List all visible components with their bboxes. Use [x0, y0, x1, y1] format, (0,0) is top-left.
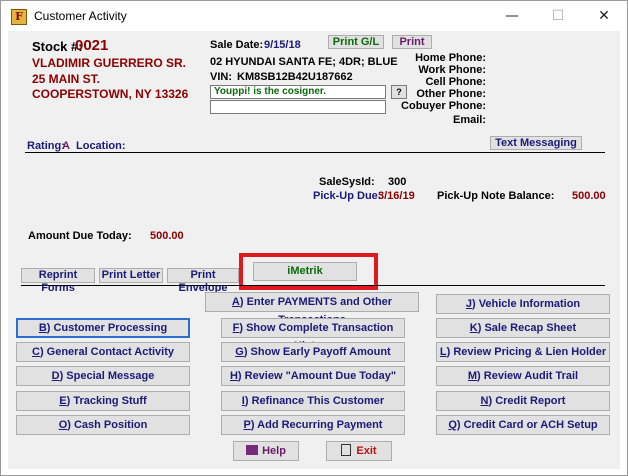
tabs-divider [21, 285, 605, 286]
email-label: Email: [452, 114, 486, 126]
minimize-icon[interactable]: — [489, 1, 535, 31]
work-phone-label: Work Phone: [418, 64, 486, 76]
transaction-history-button[interactable]: F) Show Complete Transaction History [221, 318, 405, 352]
pickup-due-value: 3/16/19 [378, 190, 415, 202]
vehicle-information-button[interactable]: J) Vehicle Information [436, 294, 610, 314]
maximize-icon[interactable]: ☐ [535, 1, 581, 31]
customer-processing-button[interactable]: B) Customer Processing [16, 318, 190, 338]
window-content: Stock #: 0021 VLADIMIR GUERRERO SR. 25 M… [8, 31, 620, 469]
refinance-customer-button[interactable]: I) Refinance This Customer [221, 391, 405, 411]
print-gl-button[interactable]: Print G/L [328, 35, 384, 49]
window-title: Customer Activity [34, 9, 127, 23]
exit-label: Exit [356, 445, 377, 457]
customer-street: 25 MAIN ST. [32, 72, 101, 86]
cosigner-message-field[interactable]: Youppi! is the cosigner. [210, 85, 386, 99]
review-audit-trail-button[interactable]: M) Review Audit Trail [436, 366, 610, 386]
sale-recap-sheet-button[interactable]: K) Sale Recap Sheet [436, 318, 610, 338]
hotkey-h: H [229, 370, 238, 382]
special-message-label: ) Special Message [59, 370, 155, 382]
hotkey-a: A [231, 296, 240, 308]
hotkey-k: K [469, 322, 478, 334]
close-icon[interactable]: ✕ [581, 1, 627, 31]
app-logo-icon: F [11, 9, 27, 25]
title-bar: F Customer Activity — ☐ ✕ [1, 1, 627, 31]
vehicle-information-label: ) Vehicle Information [471, 298, 581, 310]
pickup-balance-value: 500.00 [572, 190, 606, 202]
refinance-customer-label: ) Refinance This Customer [244, 395, 385, 407]
review-pricing-button[interactable]: L) Review Pricing & Lien Holder [436, 342, 610, 362]
hotkey-b: B [38, 322, 47, 334]
text-messaging-button[interactable]: Text Messaging [490, 136, 582, 150]
sale-recap-sheet-label: ) Sale Recap Sheet [477, 322, 577, 334]
vin-value: KM8SB12B42U187662 [237, 71, 353, 83]
review-amount-due-label: ) Review "Amount Due Today" [237, 370, 397, 382]
book-icon [246, 445, 259, 455]
amount-due-value: 500.00 [150, 230, 184, 242]
door-exit-icon [341, 444, 352, 456]
enter-payments-button[interactable]: A) Enter PAYMENTS and Other Transactions [205, 292, 419, 326]
salesysid-label: SaleSysId: [319, 176, 375, 188]
tracking-stuff-label: ) Tracking Stuff [66, 395, 147, 407]
customer-processing-label: ) Customer Processing [46, 322, 168, 334]
stock-number: 0021 [75, 37, 109, 54]
other-phone-label: Other Phone: [416, 88, 486, 100]
salesysid-value: 300 [388, 176, 407, 188]
add-recurring-payment-label: ) Add Recurring Payment [250, 419, 383, 431]
vehicle-description: 02 HYUNDAI SANTA FE; 4DR; BLUE [210, 56, 398, 68]
cobuyer-phone-label: Cobuyer Phone: [401, 100, 486, 112]
rating-value: A [62, 140, 70, 152]
amount-due-label: Amount Due Today: [28, 230, 132, 242]
section-divider [25, 152, 605, 153]
credit-card-ach-button[interactable]: Q) Credit Card or ACH Setup [436, 415, 610, 435]
sale-date-value: 9/15/18 [264, 39, 301, 51]
vin-label: VIN: [210, 71, 232, 83]
add-recurring-payment-button[interactable]: P) Add Recurring Payment [221, 415, 405, 435]
rating-label: Rating: [27, 140, 65, 152]
hotkey-e: E [59, 395, 67, 407]
hotkey-g: G [235, 346, 244, 358]
hotkey-l: L [439, 346, 447, 358]
review-amount-due-button[interactable]: H) Review "Amount Due Today" [221, 366, 405, 386]
general-contact-activity-label: ) General Contact Activity [39, 346, 175, 358]
credit-report-label: ) Credit Report [488, 395, 566, 407]
home-phone-label: Home Phone: [415, 52, 486, 64]
sale-date-label: Sale Date: [210, 39, 264, 51]
hotkey-d: D [51, 370, 60, 382]
general-contact-activity-button[interactable]: C) General Contact Activity [16, 342, 190, 362]
cash-position-label: ) Cash Position [67, 419, 148, 431]
reprint-forms-tab[interactable]: Reprint Forms [21, 268, 95, 294]
help-label: Help [262, 445, 286, 457]
hotkey-c: C [31, 346, 40, 358]
print-envelope-tab[interactable]: Print Envelope [167, 268, 239, 294]
early-payoff-button[interactable]: G) Show Early Payoff Amount [221, 342, 405, 362]
hotkey-p: P [243, 419, 251, 431]
hotkey-o: O [58, 419, 68, 431]
location-label: Location: [76, 140, 126, 152]
secondary-message-field[interactable] [210, 100, 386, 114]
credit-card-ach-label: ) Credit Card or ACH Setup [456, 419, 598, 431]
hotkey-m: M [467, 370, 478, 382]
review-audit-trail-label: ) Review Audit Trail [477, 370, 579, 382]
help-button[interactable]: Help [233, 441, 299, 461]
early-payoff-label: ) Show Early Payoff Amount [243, 346, 391, 358]
credit-report-button[interactable]: N) Credit Report [436, 391, 610, 411]
pickup-due-label: Pick-Up Due: [313, 190, 382, 202]
print-button[interactable]: Print [392, 35, 432, 49]
cell-phone-label: Cell Phone: [425, 76, 486, 88]
customer-name: VLADIMIR GUERRERO SR. [32, 56, 187, 70]
customer-activity-window: F Customer Activity — ☐ ✕ Stock #: 0021 … [0, 0, 628, 476]
review-pricing-label: ) Review Pricing & Lien Holder [446, 346, 607, 358]
help-question-button[interactable]: ? [391, 85, 407, 99]
cash-position-button[interactable]: O) Cash Position [16, 415, 190, 435]
pickup-balance-label: Pick-Up Note Balance: [437, 190, 555, 202]
customer-city-state-zip: COOPERSTOWN, NY 13326 [32, 87, 189, 101]
hotkey-q: Q [448, 419, 457, 431]
tracking-stuff-button[interactable]: E) Tracking Stuff [16, 391, 190, 411]
exit-button[interactable]: Exit [326, 441, 392, 461]
print-letter-tab[interactable]: Print Letter [99, 268, 163, 283]
special-message-button[interactable]: D) Special Message [16, 366, 190, 386]
